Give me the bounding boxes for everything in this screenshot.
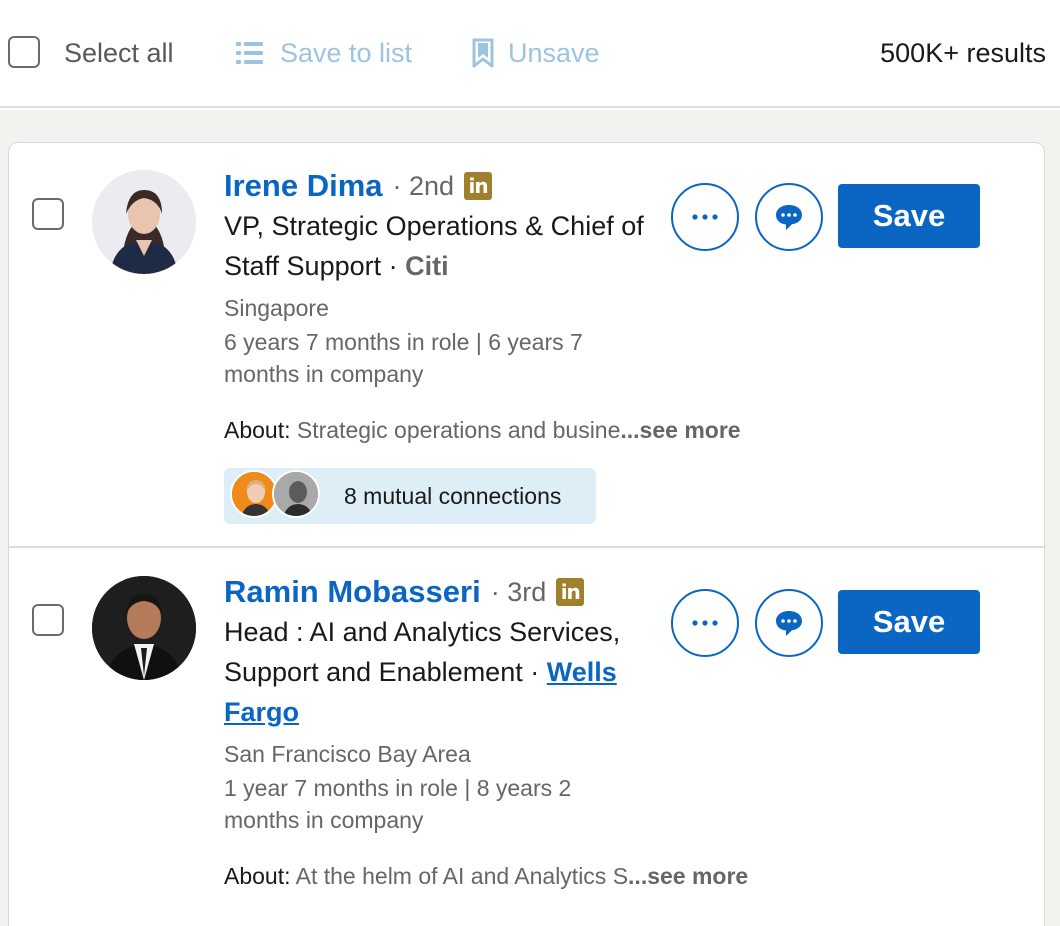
save-button[interactable]: Save xyxy=(838,590,980,654)
tenure: 1 year 7 months in role | 8 years 2 mont… xyxy=(224,775,572,833)
about-text: At the helm of AI and Analytics S xyxy=(295,863,629,889)
save-button[interactable]: Save xyxy=(838,184,980,248)
row-checkbox[interactable] xyxy=(32,604,64,636)
headline: Head : AI and Analytics Services, Suppor… xyxy=(224,612,664,732)
about-label: About: xyxy=(224,863,291,889)
mutual-connections[interactable]: 8 mutual connections xyxy=(224,468,596,524)
more-actions-button[interactable] xyxy=(671,183,739,251)
about-snippet: About: Strategic operations and busine..… xyxy=(224,414,741,446)
location: San Francisco Bay Area xyxy=(224,741,471,767)
about-label: About: xyxy=(224,417,291,443)
tenure: 6 years 7 months in role | 6 years 7 mon… xyxy=(224,329,583,387)
avatar[interactable] xyxy=(92,170,196,274)
message-icon xyxy=(776,205,802,230)
more-actions-button[interactable] xyxy=(671,589,739,657)
avatar[interactable] xyxy=(92,576,196,680)
mutual-connections-label: 8 mutual connections xyxy=(344,483,562,509)
overflow-icon xyxy=(692,214,718,220)
see-more-link[interactable]: ...see more xyxy=(628,863,748,889)
results-count: 500K+ results xyxy=(880,38,1046,68)
connection-degree: · 2nd xyxy=(392,170,455,201)
unsave-button[interactable]: Unsave xyxy=(472,36,600,70)
about-text: Strategic operations and busine xyxy=(296,417,621,443)
mutual-avatar xyxy=(272,470,320,518)
connection-degree: · 3rd xyxy=(490,576,547,607)
select-all-label[interactable]: Select all xyxy=(64,36,174,70)
mutual-avatar xyxy=(230,470,278,518)
overflow-icon xyxy=(692,620,718,626)
name-line: Ramin Mobasseri · 3rd in xyxy=(224,572,585,612)
list-icon xyxy=(236,41,264,65)
premium-badge-icon: in xyxy=(464,172,493,200)
about-snippet: About: At the helm of AI and Analytics S… xyxy=(224,860,748,892)
person-name-link[interactable]: Ramin Mobasseri xyxy=(224,574,481,610)
save-to-list-button[interactable]: Save to list xyxy=(236,36,412,70)
message-icon xyxy=(776,611,802,636)
unsave-label: Unsave xyxy=(508,37,600,68)
row-divider xyxy=(8,546,1045,548)
location: Singapore xyxy=(224,295,329,321)
name-line: Irene Dima · 2nd in xyxy=(224,166,493,206)
message-button[interactable] xyxy=(755,589,823,657)
premium-badge-icon: in xyxy=(556,578,585,606)
save-to-list-label: Save to list xyxy=(280,37,413,68)
headline: VP, Strategic Operations & Chief of Staf… xyxy=(224,206,664,286)
bookmark-icon xyxy=(472,38,494,68)
person-name-link[interactable]: Irene Dima xyxy=(224,168,383,204)
see-more-link[interactable]: ...see more xyxy=(620,417,740,443)
select-all-checkbox[interactable] xyxy=(8,36,40,68)
company-name: Citi xyxy=(405,251,449,281)
row-checkbox[interactable] xyxy=(32,198,64,230)
bulk-actions-toolbar: Select all Save to list Unsave 500K+ res… xyxy=(0,0,1060,108)
message-button[interactable] xyxy=(755,183,823,251)
